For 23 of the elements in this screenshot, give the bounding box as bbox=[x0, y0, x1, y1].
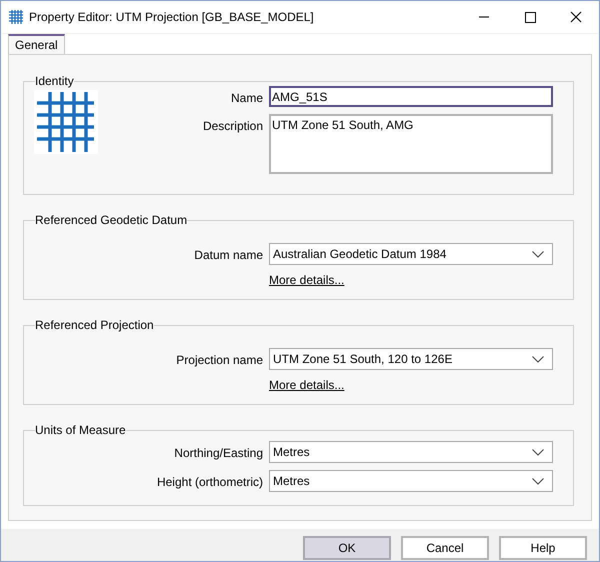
name-field[interactable]: AMG_51S bbox=[269, 86, 553, 107]
field-label: Name bbox=[230, 90, 263, 107]
field-label: Projection name bbox=[176, 352, 263, 369]
dropdown[interactable]: Australian Geodetic Datum 1984 bbox=[269, 243, 553, 265]
group-title: Referenced Geodetic Datum bbox=[35, 213, 188, 227]
field-label: Northing/Easting bbox=[174, 445, 263, 462]
group-title: Units of Measure bbox=[35, 423, 126, 437]
field-label: Height (orthometric) bbox=[156, 474, 263, 491]
description-field[interactable]: UTM Zone 51 South, AMG bbox=[269, 114, 553, 174]
more-details-link[interactable]: More details... bbox=[269, 376, 553, 394]
tab[interactable]: General bbox=[8, 34, 65, 54]
group-title: Identity bbox=[35, 74, 74, 88]
field-label: Datum name bbox=[194, 247, 263, 264]
dropdown[interactable]: UTM Zone 51 South, 120 to 126E bbox=[269, 348, 553, 370]
dialog-button[interactable]: OK bbox=[303, 536, 391, 560]
dialog-button[interactable]: Help bbox=[499, 536, 587, 560]
dialog-button[interactable]: Cancel bbox=[401, 536, 489, 560]
more-details-link[interactable]: More details... bbox=[269, 271, 553, 289]
group-title: Referenced Projection bbox=[35, 318, 154, 332]
dropdown[interactable]: Metres bbox=[269, 441, 553, 463]
window-title: Property Editor: UTM Projection [GB_BASE_MODEL] bbox=[29, 9, 314, 26]
dropdown[interactable]: Metres bbox=[269, 470, 553, 492]
field-label: Description bbox=[202, 118, 263, 135]
